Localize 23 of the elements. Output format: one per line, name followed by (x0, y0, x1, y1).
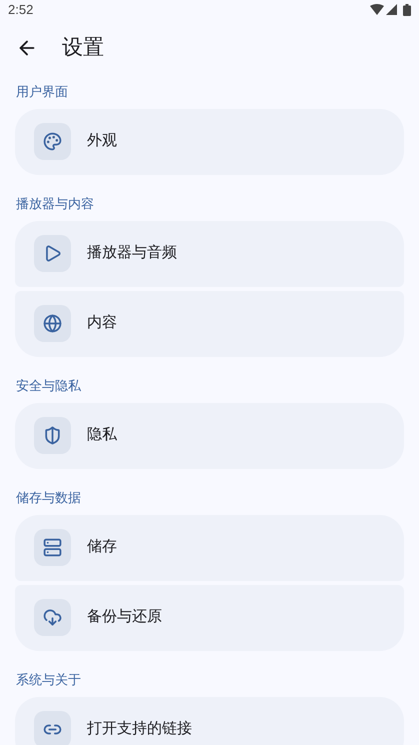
globe-icon (43, 314, 62, 333)
wifi-icon (370, 4, 384, 16)
section-header: 播放器与内容 (16, 194, 94, 213)
signal-icon (386, 4, 397, 16)
battery-icon (403, 4, 411, 16)
status-time: 2:52 (8, 1, 34, 19)
settings-item[interactable]: 外观 (15, 108, 404, 174)
settings-item[interactable]: 内容 (15, 290, 404, 356)
page-title: 设置 (62, 34, 104, 61)
section-header: 储存与数据 (16, 488, 81, 507)
settings-item[interactable]: 隐私 (15, 402, 404, 468)
section-header: 用户界面 (16, 82, 68, 101)
settings-item[interactable]: 播放器与音频 (15, 220, 404, 286)
settings-item[interactable]: 备份与还原 (15, 584, 404, 650)
section-header: 安全与隐私 (16, 376, 81, 395)
section-header: 系统与关于 (16, 670, 81, 689)
palette-icon (43, 132, 62, 151)
cloud-download-icon (43, 608, 62, 627)
settings-item[interactable]: 储存 (15, 514, 404, 580)
shield-icon (43, 426, 62, 445)
settings-item[interactable]: 打开支持的链接 (15, 696, 404, 745)
storage-icon (43, 538, 62, 557)
play-icon (43, 244, 62, 263)
